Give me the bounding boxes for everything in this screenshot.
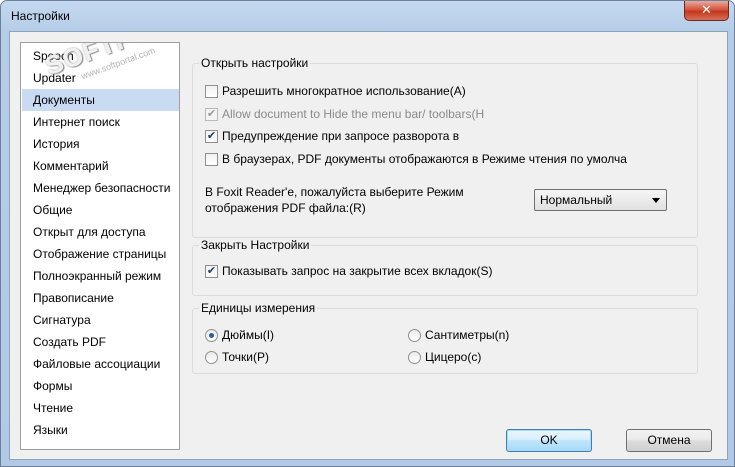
close-settings-title: Закрыть Настройки (199, 238, 312, 252)
settings-window: Настройки ✕ Speech Updater Документы Интерн… (0, 0, 735, 467)
sidebar-item[interactable]: Файловые ассоциации (22, 353, 179, 375)
display-mode-label-line2: отображения PDF файла:(R) (205, 201, 366, 215)
close-icon: ✕ (701, 2, 712, 17)
close-settings-group: Закрыть Настройки ✔ Показывать запрос на… (192, 238, 698, 296)
category-list[interactable]: Speech Updater Документы Интернет поиск Исто… (20, 42, 180, 450)
sidebar-item[interactable]: Открыт для доступа (22, 221, 179, 243)
sidebar-item[interactable]: Интернет поиск (22, 111, 179, 133)
allow-multiple-instances-label: Разрешить многократное использование(A) (222, 84, 466, 98)
sidebar-item[interactable]: Менеджер безопасности (22, 177, 179, 199)
sidebar-item[interactable]: Чтение (22, 397, 179, 419)
sidebar-item[interactable]: Документы (22, 89, 179, 111)
spread-warning-checkbox[interactable]: ✔ (205, 130, 218, 143)
sidebar-item[interactable]: Общие (22, 199, 179, 221)
sidebar-item[interactable]: История (22, 133, 179, 155)
centimeters-radio[interactable] (408, 329, 421, 342)
sidebar-item[interactable]: Сигнатура (22, 309, 179, 331)
hide-menubar-label: Allow document to Hide the menu bar/ too… (222, 107, 485, 121)
title-bar[interactable]: Настройки ✕ (1, 1, 734, 31)
sidebar-item[interactable]: Языки (22, 419, 179, 441)
cancel-button[interactable]: Отмена (626, 429, 712, 452)
cicero-label: Цицеро(c) (425, 350, 482, 364)
sidebar-item[interactable]: Правописание (22, 287, 179, 309)
sidebar-item[interactable]: Создать PDF (22, 331, 179, 353)
units-title: Единицы измерения (199, 301, 318, 315)
units-group: Единицы измерения Дюймы(I) Сантиметры(n)… (192, 301, 698, 374)
sidebar-item[interactable]: Отображение страницы (22, 243, 179, 265)
points-label: Точки(P) (222, 350, 270, 364)
dialog-client: Speech Updater Документы Интернет поиск Исто… (9, 31, 728, 460)
browser-read-mode-checkbox[interactable] (205, 153, 218, 166)
inches-radio[interactable] (205, 329, 218, 342)
browser-read-mode-label: В браузерах, PDF документы отображаются … (222, 152, 627, 166)
sidebar-item[interactable]: Комментарий (22, 155, 179, 177)
open-settings-title: Открыть настройки (199, 56, 311, 70)
confirm-close-tabs-checkbox[interactable]: ✔ (205, 265, 218, 278)
sidebar-item[interactable]: Формы (22, 375, 179, 397)
display-mode-label-line1: В Foxit Reader'e, пожалуйста выберите Ре… (205, 185, 464, 199)
sidebar-item[interactable]: Полноэкранный режим (22, 265, 179, 287)
hide-menubar-checkbox[interactable]: ✔ (205, 108, 218, 121)
centimeters-label: Сантиметры(n) (425, 328, 510, 342)
open-settings-group: Открыть настройки Разрешить многократное… (192, 56, 698, 238)
cicero-radio[interactable] (408, 351, 421, 364)
display-mode-select[interactable]: Нормальный (534, 189, 667, 211)
ok-button[interactable]: OK (506, 429, 592, 452)
window-title: Настройки (11, 9, 70, 23)
close-button[interactable]: ✕ (684, 1, 729, 21)
inches-label: Дюймы(I) (222, 328, 275, 342)
allow-multiple-instances-checkbox[interactable] (205, 85, 218, 98)
chevron-down-icon (652, 198, 660, 203)
spread-warning-label: Предупреждение при запросе разворота в (222, 129, 460, 143)
display-mode-value: Нормальный (540, 193, 613, 207)
points-radio[interactable] (205, 351, 218, 364)
confirm-close-tabs-label: Показывать запрос на закрытие всех вклад… (222, 264, 493, 278)
